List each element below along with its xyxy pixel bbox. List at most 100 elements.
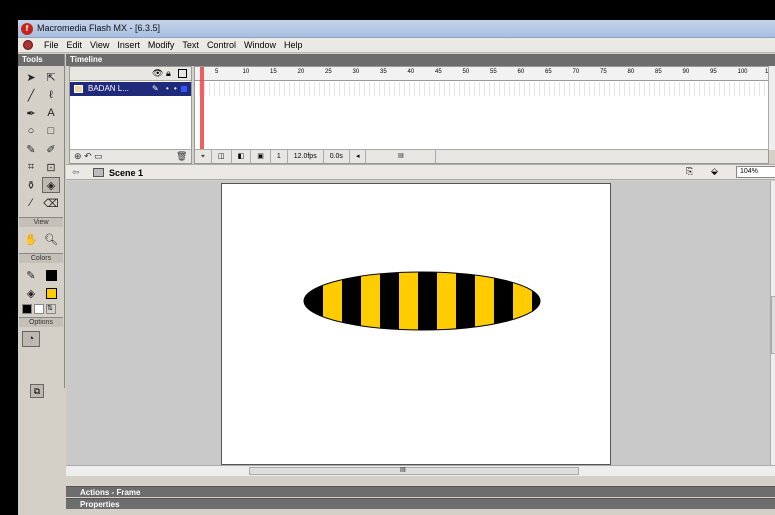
- ruler-tick: 60: [517, 69, 525, 75]
- onion-outline-icon[interactable]: ◧: [232, 150, 252, 163]
- add-guide-layer-icon[interactable]: ↶: [84, 151, 92, 161]
- line-tool-icon[interactable]: ╱: [22, 87, 40, 103]
- eye-icon[interactable]: 👁︎: [152, 68, 163, 79]
- frame-ruler[interactable]: 5 10 15 20 25 30 35 40 45 50 55 60 65 70 75 80 85 90 95 100…: [195, 67, 768, 81]
- menu-insert[interactable]: Insert: [113, 39, 144, 51]
- delete-layer-icon[interactable]: 🗑︎: [176, 150, 187, 163]
- rectangle-tool-icon[interactable]: □: [42, 123, 60, 139]
- lock-fill-option-icon[interactable]: ⧉: [30, 384, 44, 398]
- elapsed-time: 0.0s: [324, 150, 350, 163]
- current-frame: 1: [271, 150, 288, 163]
- zoom-select[interactable]: 104%: [736, 166, 775, 178]
- properties-panel-header[interactable]: Properties: [66, 498, 775, 509]
- black-stripe: [494, 272, 513, 330]
- timeline-vscroll[interactable]: [768, 66, 775, 150]
- ruler-tick: 95: [710, 69, 717, 75]
- timeline-hscroll[interactable]: III: [366, 150, 437, 163]
- flash-logo-icon: f: [21, 23, 33, 35]
- timeline-header[interactable]: Timeline: [66, 54, 775, 66]
- pencil-tool-icon[interactable]: ✎: [22, 141, 40, 157]
- center-frame-icon[interactable]: ⌖: [195, 150, 212, 163]
- layer-icon: [74, 85, 83, 93]
- hand-tool-icon[interactable]: ✋: [22, 231, 40, 247]
- stage-hscroll[interactable]: III: [66, 465, 775, 476]
- black-stripe: [456, 272, 475, 330]
- onion-skin-icon[interactable]: ◫: [212, 150, 232, 163]
- actions-panel-header[interactable]: Actions - Frame: [66, 486, 775, 497]
- stroke-color-icon: ✎: [26, 269, 36, 282]
- back-arrow-icon[interactable]: ⇦: [72, 167, 80, 178]
- lasso-tool-icon[interactable]: ℓ: [42, 87, 60, 103]
- title-bar: f Macromedia Flash MX - [6.3.5]: [18, 20, 775, 38]
- menu-text[interactable]: Text: [178, 39, 203, 51]
- subselect-tool-icon[interactable]: ⇱: [42, 69, 60, 85]
- edit-scene-icon[interactable]: ⎘: [686, 166, 693, 177]
- black-stripe: [418, 272, 437, 330]
- ruler-tick: 75: [600, 69, 607, 75]
- fill-color-swatch[interactable]: [42, 285, 60, 301]
- frame-row[interactable]: [195, 82, 768, 96]
- layer-row[interactable]: BADAN L... ✎ • •: [70, 82, 191, 96]
- tools-header[interactable]: Tools: [18, 54, 64, 66]
- options-section-label: Options: [19, 317, 63, 327]
- arrow-tool-icon[interactable]: ➤: [22, 69, 40, 85]
- scene-label: Scene 1: [109, 168, 144, 178]
- menu-edit[interactable]: Edit: [63, 39, 87, 51]
- menu-help[interactable]: Help: [280, 39, 307, 51]
- yellow-stripe: [361, 272, 380, 330]
- oval-tool-icon[interactable]: ○: [22, 123, 40, 139]
- lock-icon[interactable]: 🔒︎: [166, 68, 171, 79]
- menu-control[interactable]: Control: [203, 39, 240, 51]
- swap-colors-icon[interactable]: ⇅: [46, 304, 56, 314]
- stage-hscroll-grip: III: [400, 467, 406, 474]
- ruler-tick: 90: [682, 69, 690, 75]
- ruler-tick: 20: [297, 69, 305, 75]
- menu-bar: File Edit View Insert Modify Text Contro…: [18, 38, 775, 53]
- yellow-stripe: [513, 272, 532, 330]
- stage-hscroll-thumb[interactable]: III: [249, 467, 579, 475]
- insert-layer-icon[interactable]: ⊕: [74, 151, 82, 161]
- gap-size-option-icon[interactable]: ◔: [22, 331, 40, 347]
- ruler-tick: 30: [352, 69, 360, 75]
- colors-section-label: Colors: [19, 253, 63, 263]
- black-stripe: [532, 272, 540, 330]
- pen-tool-icon[interactable]: ✒: [22, 105, 40, 121]
- ruler-tick: 40: [407, 69, 415, 75]
- fill-color-icon: ◈: [26, 287, 36, 300]
- stage-vscroll[interactable]: [770, 181, 775, 465]
- eyedropper-tool-icon[interactable]: ⁄: [22, 195, 40, 211]
- eraser-tool-icon[interactable]: ⌫: [42, 195, 60, 211]
- paint-bucket-tool-icon[interactable]: ◈: [42, 177, 60, 193]
- scroll-left-icon[interactable]: ◂: [350, 150, 367, 163]
- brush-tool-icon[interactable]: ✐: [42, 141, 60, 157]
- yellow-stripe: [437, 272, 456, 330]
- stage[interactable]: [221, 183, 611, 465]
- text-tool-icon[interactable]: A: [42, 105, 60, 121]
- menu-view[interactable]: View: [86, 39, 113, 51]
- playhead[interactable]: [200, 67, 204, 150]
- fill-transform-tool-icon[interactable]: ⊡: [42, 159, 60, 175]
- ink-bottle-tool-icon[interactable]: ⚱: [22, 177, 40, 193]
- timeline-panel: Timeline 👁︎ 🔒︎ BADAN L... ✎ • • ⊕ ↶ ▭ 🗑︎: [66, 54, 775, 164]
- stage-vscroll-thumb[interactable]: [771, 296, 775, 354]
- edit-symbols-icon[interactable]: ⬙: [711, 166, 718, 177]
- outline-icon[interactable]: [178, 69, 187, 78]
- frames-area: 5 10 15 20 25 30 35 40 45 50 55 60 65 70 75 80 85 90 95 100…: [194, 66, 769, 164]
- menu-file[interactable]: File: [40, 39, 63, 51]
- document-icon[interactable]: [23, 40, 33, 50]
- menu-modify[interactable]: Modify: [144, 39, 179, 51]
- window-title: Macromedia Flash MX - [6.3.5]: [37, 23, 161, 33]
- layer-lock-dot[interactable]: •: [174, 82, 177, 96]
- stroke-color-swatch[interactable]: [42, 267, 60, 283]
- layer-visible-dot[interactable]: •: [166, 82, 169, 96]
- layer-color-square[interactable]: [181, 86, 187, 92]
- menu-window[interactable]: Window: [240, 39, 280, 51]
- no-color-icon[interactable]: [34, 304, 44, 314]
- edit-multiple-frames-icon[interactable]: ▣: [251, 150, 271, 163]
- free-transform-tool-icon[interactable]: ⌗: [22, 159, 40, 175]
- insert-folder-icon[interactable]: ▭: [94, 151, 103, 161]
- striped-ellipse[interactable]: [222, 184, 612, 466]
- default-colors-icon[interactable]: [22, 304, 32, 314]
- yellow-stripe: [475, 272, 494, 330]
- zoom-tool-icon[interactable]: 🔍︎: [42, 231, 60, 247]
